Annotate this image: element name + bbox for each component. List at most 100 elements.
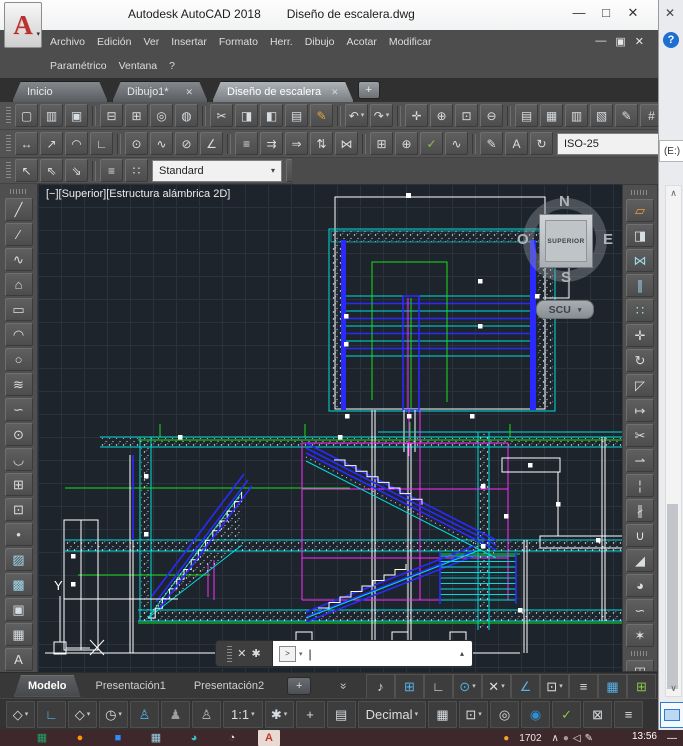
viewcube[interactable]: N O E S SUPERIOR bbox=[523, 198, 607, 282]
quick-dimension-icon[interactable]: ≡ bbox=[235, 132, 258, 155]
ellipse-arc-icon[interactable]: ◡ bbox=[5, 448, 33, 471]
new-file-icon[interactable]: ▢ bbox=[15, 104, 38, 127]
publish-icon[interactable]: ◎ bbox=[150, 104, 173, 127]
mleader-align-icon[interactable]: ≡ bbox=[100, 159, 123, 182]
scrollbar[interactable]: ∧ ∨ bbox=[665, 185, 682, 697]
close-icon[interactable]: ✕ bbox=[185, 87, 193, 98]
object-snap-icon[interactable]: ∠ bbox=[511, 674, 540, 699]
compass-north[interactable]: N bbox=[559, 193, 570, 210]
revision-cloud-icon[interactable]: ≋ bbox=[5, 373, 33, 396]
new-drawing-button[interactable]: + bbox=[358, 81, 380, 99]
clock-app-icon[interactable]: ◔ bbox=[220, 730, 244, 746]
tray-pen-icon[interactable]: ✎ bbox=[585, 731, 593, 746]
explode-icon[interactable]: ✶ bbox=[626, 624, 654, 647]
dim-continue-icon[interactable]: ⇒ bbox=[285, 132, 308, 155]
minimize-button[interactable]: — bbox=[572, 5, 586, 21]
make-block-icon[interactable]: ⊡ bbox=[5, 498, 33, 521]
rectangle-icon[interactable]: ▭ bbox=[5, 298, 33, 321]
close-icon[interactable]: ✕ bbox=[331, 87, 339, 98]
scroll-down-icon[interactable]: ∨ bbox=[666, 683, 681, 694]
spline-icon[interactable]: ∽ bbox=[5, 398, 33, 421]
calculator-app-icon[interactable]: ▦ bbox=[144, 730, 168, 746]
mleader-collect-icon[interactable]: ∷ bbox=[125, 159, 148, 182]
table-icon[interactable]: ▦ bbox=[5, 623, 33, 646]
collapse-icon[interactable]: ▴ bbox=[460, 649, 464, 658]
menu-archivo[interactable]: Archivo bbox=[44, 30, 91, 54]
scrollbar-thumb[interactable] bbox=[667, 504, 678, 689]
viewcube-face-superior[interactable]: SUPERIOR bbox=[539, 214, 593, 268]
menu-modificar[interactable]: Modificar bbox=[383, 30, 438, 54]
excel-app-icon[interactable]: ▦ bbox=[30, 730, 54, 746]
clean-screen-button[interactable] bbox=[660, 702, 683, 728]
view-controls-icon[interactable]: ◇▾ bbox=[68, 701, 97, 728]
drawing-canvas[interactable]: [−][Superior][Estructura alámbrica 2D] bbox=[38, 184, 658, 672]
erase-icon[interactable]: ▱ bbox=[626, 199, 654, 222]
join-icon[interactable]: ∪ bbox=[626, 524, 654, 547]
clean-screen-icon[interactable]: ⊠ bbox=[583, 701, 612, 728]
new-layout-button[interactable]: + bbox=[287, 677, 311, 695]
dim-jog-line-icon[interactable]: ∿ bbox=[445, 132, 468, 155]
tab-modelo[interactable]: Modelo bbox=[14, 675, 81, 697]
viewport-label[interactable]: [−][Superior][Estructura alámbrica 2D] bbox=[46, 188, 230, 200]
object-snap-settings-icon[interactable]: ⊡▾ bbox=[540, 674, 569, 699]
drag-grip-icon[interactable] bbox=[227, 646, 232, 662]
markup-set-manager-icon[interactable]: ✎ bbox=[615, 104, 638, 127]
tab-dibujo1[interactable]: Dibujo1* ✕ bbox=[112, 81, 208, 102]
multiline-text-icon[interactable]: A bbox=[5, 648, 33, 671]
dim-arc-length-icon[interactable]: ◠ bbox=[65, 132, 88, 155]
compass-east[interactable]: E bbox=[603, 231, 613, 248]
gradient-icon[interactable]: ▩ bbox=[5, 573, 33, 596]
menu-ayuda[interactable]: ? bbox=[163, 54, 181, 78]
extend-icon[interactable]: ⇀ bbox=[626, 449, 654, 472]
ucs-icon-icon[interactable]: ∟ bbox=[37, 701, 66, 728]
save-icon[interactable]: ▣ bbox=[65, 104, 88, 127]
tab-presentacion2[interactable]: Presentación2 bbox=[181, 676, 277, 696]
graphics-performance-icon[interactable]: ◉ bbox=[521, 701, 550, 728]
toolbar-grip[interactable] bbox=[6, 162, 11, 180]
polar-tracking-icon[interactable]: ⊙▾ bbox=[453, 674, 482, 699]
toolbar-grip[interactable] bbox=[6, 135, 11, 153]
trim-icon[interactable]: ✂ bbox=[626, 424, 654, 447]
dim-angular-icon[interactable]: ∠ bbox=[200, 132, 223, 155]
scu-button[interactable]: SCU ▾ bbox=[536, 300, 594, 319]
rotate-icon[interactable]: ↻ bbox=[626, 349, 654, 372]
close-icon[interactable]: ✕ bbox=[237, 647, 246, 660]
dim-edit-icon[interactable]: ✎ bbox=[480, 132, 503, 155]
tray-widget-icon[interactable]: ● bbox=[503, 731, 509, 746]
dim-text-edit-icon[interactable]: A bbox=[505, 132, 528, 155]
doc-close-button[interactable]: ✕ bbox=[635, 35, 644, 48]
menu-ventana[interactable]: Ventana bbox=[113, 54, 164, 78]
zoom-app-icon[interactable]: ■ bbox=[106, 730, 130, 746]
designcenter-icon[interactable]: ▦ bbox=[540, 104, 563, 127]
plot-preview-icon[interactable]: ⊞ bbox=[125, 104, 148, 127]
dim-aligned-icon[interactable]: ↗ bbox=[40, 132, 63, 155]
plot-icon[interactable]: ⊟ bbox=[100, 104, 123, 127]
mirror-icon[interactable]: ⋈ bbox=[626, 249, 654, 272]
redo-icon[interactable]: ↷▾ bbox=[370, 104, 393, 127]
annotation-people-icon[interactable]: ♙ bbox=[192, 701, 221, 728]
doc-restore-button[interactable]: ▣ bbox=[615, 35, 625, 48]
center-mark-icon[interactable]: ⊕ bbox=[395, 132, 418, 155]
paste-icon[interactable]: ◧ bbox=[260, 104, 283, 127]
maximize-button[interactable]: □ bbox=[599, 5, 613, 21]
close-icon[interactable]: ✕ bbox=[665, 6, 675, 20]
command-prompt-icon[interactable]: > bbox=[279, 646, 296, 662]
dim-update-icon[interactable]: ↻ bbox=[530, 132, 553, 155]
properties-icon[interactable]: ▤ bbox=[515, 104, 538, 127]
dim-ordinate-icon[interactable]: ∟ bbox=[90, 132, 113, 155]
tab-inicio[interactable]: Inicio bbox=[12, 81, 108, 102]
close-button[interactable]: ✕ bbox=[626, 5, 640, 21]
sheet-set-manager-icon[interactable]: ▧ bbox=[590, 104, 613, 127]
annotation-scale-globe-icon[interactable]: ◷▾ bbox=[99, 701, 128, 728]
ellipse-icon[interactable]: ⊙ bbox=[5, 423, 33, 446]
scroll-up-icon[interactable]: ∧ bbox=[666, 188, 681, 199]
copy-icon[interactable]: ◨ bbox=[626, 224, 654, 247]
customization-menu-icon[interactable]: ≡ bbox=[614, 701, 643, 728]
tray-volume-icon[interactable]: ◁ bbox=[573, 731, 581, 746]
model-indicator-icon[interactable]: ♪ bbox=[366, 674, 395, 699]
toolbar-grip[interactable] bbox=[10, 189, 28, 194]
toolbar-grip[interactable] bbox=[631, 190, 649, 195]
annotation-scale[interactable]: 1:1▾ bbox=[223, 701, 263, 728]
region-icon[interactable]: ▣ bbox=[5, 598, 33, 621]
snap-mode-icon[interactable]: ⊞ bbox=[395, 674, 424, 699]
